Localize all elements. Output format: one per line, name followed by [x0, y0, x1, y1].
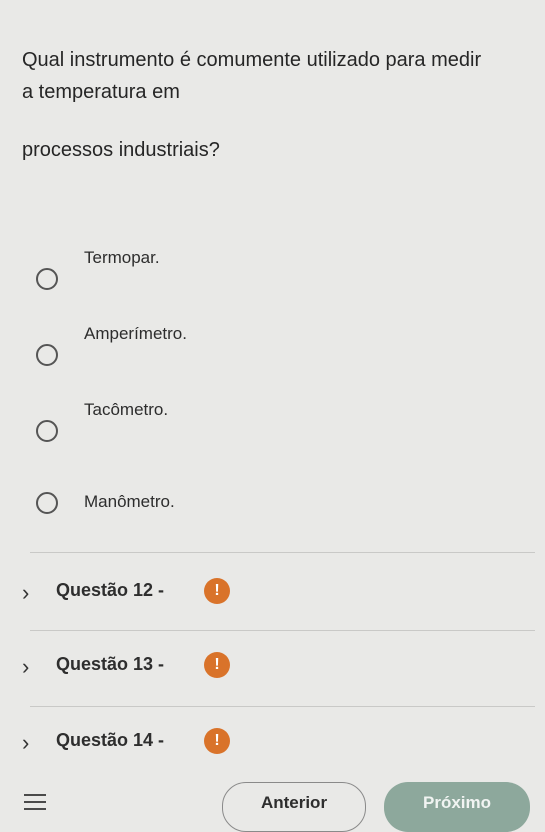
question-line-3: processos industriais?: [22, 139, 220, 161]
question-nav-item-12[interactable]: › Questão 12 - !: [22, 578, 522, 608]
previous-button[interactable]: Anterior: [222, 782, 366, 832]
radio-button[interactable]: [36, 344, 58, 366]
next-button[interactable]: Próximo: [384, 782, 530, 832]
question-nav-label: Questão 12 -: [56, 580, 165, 600]
question-nav-item-14[interactable]: › Questão 14 - !: [22, 728, 522, 758]
option-label: Manômetro.: [84, 492, 175, 511]
question-nav-label: Questão 13 -: [56, 654, 165, 674]
option-label: Amperímetro.: [84, 324, 187, 343]
radio-button[interactable]: [36, 268, 58, 290]
divider: [30, 706, 535, 707]
alert-icon: !: [204, 578, 230, 604]
option-tacometro[interactable]: Tacômetro.: [36, 400, 516, 444]
question-line-1: Qual instrumento é comumente utilizado p…: [22, 49, 482, 71]
question-nav-item-13[interactable]: › Questão 13 - !: [22, 652, 522, 682]
bottom-navigation: Anterior Próximo: [0, 770, 545, 832]
chevron-right-icon: ›: [22, 654, 30, 679]
question-nav-label: Questão 14 -: [56, 730, 165, 750]
question-text: Qual instrumento é comumente utilizado p…: [22, 44, 532, 166]
option-label: Tacômetro.: [84, 400, 169, 419]
divider: [30, 630, 535, 631]
option-termopar[interactable]: Termopar.: [36, 248, 516, 292]
option-label: Termopar.: [84, 248, 160, 267]
divider: [30, 552, 535, 553]
chevron-right-icon: ›: [22, 730, 30, 755]
menu-icon[interactable]: [24, 794, 46, 810]
radio-button[interactable]: [36, 492, 58, 514]
alert-icon: !: [204, 728, 230, 754]
option-amperimetro[interactable]: Amperímetro.: [36, 324, 516, 368]
question-line-2: a temperatura em: [22, 81, 180, 103]
option-manometro[interactable]: Manômetro.: [36, 490, 516, 534]
alert-icon: !: [204, 652, 230, 678]
chevron-right-icon: ›: [22, 580, 30, 605]
radio-button[interactable]: [36, 420, 58, 442]
